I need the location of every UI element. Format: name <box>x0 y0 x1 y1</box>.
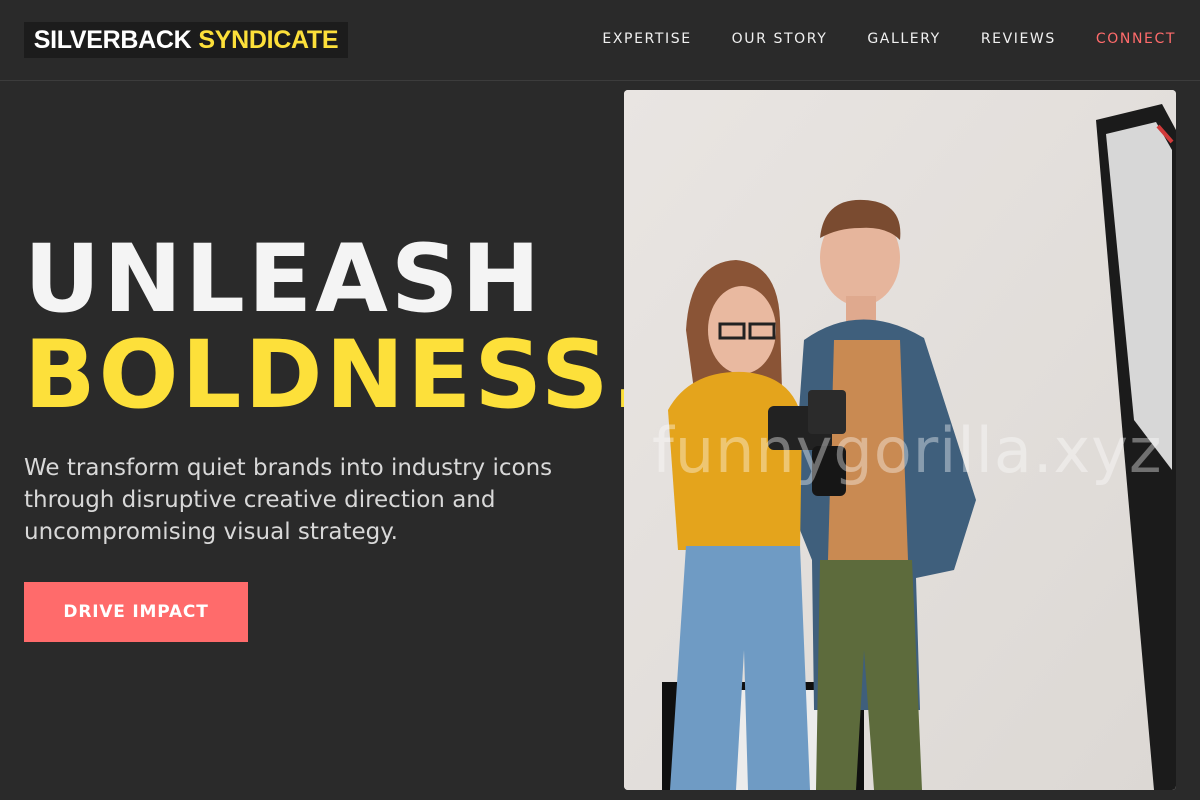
nav-our-story[interactable]: OUR STORY <box>732 31 828 47</box>
brand-logo[interactable]: SILVERBACK SYNDICATE <box>24 22 348 58</box>
site-header: SILVERBACK SYNDICATE EXPERTISE OUR STORY… <box>0 0 1200 81</box>
nav-connect[interactable]: CONNECT <box>1096 31 1176 47</box>
hero-title: UNLEASH BOLDNESS. <box>24 232 650 424</box>
nav-expertise[interactable]: EXPERTISE <box>602 31 691 47</box>
main-nav: EXPERTISE OUR STORY GALLERY REVIEWS CONN… <box>602 31 1176 47</box>
hero-title-line1: UNLEASH <box>24 225 544 334</box>
hero-image: funnygorilla.xyz <box>624 90 1176 790</box>
drive-impact-button[interactable]: DRIVE IMPACT <box>24 582 248 642</box>
brand-name-part2: SYNDICATE <box>198 25 339 54</box>
nav-gallery[interactable]: GALLERY <box>867 31 940 47</box>
brand-name-part1: SILVERBACK <box>33 25 192 54</box>
hero-description: We transform quiet brands into industry … <box>24 455 553 545</box>
watermark-text: funnygorilla.xyz <box>652 414 1163 487</box>
hero-title-line2: BOLDNESS. <box>24 321 651 430</box>
nav-reviews[interactable]: REVIEWS <box>981 31 1056 47</box>
